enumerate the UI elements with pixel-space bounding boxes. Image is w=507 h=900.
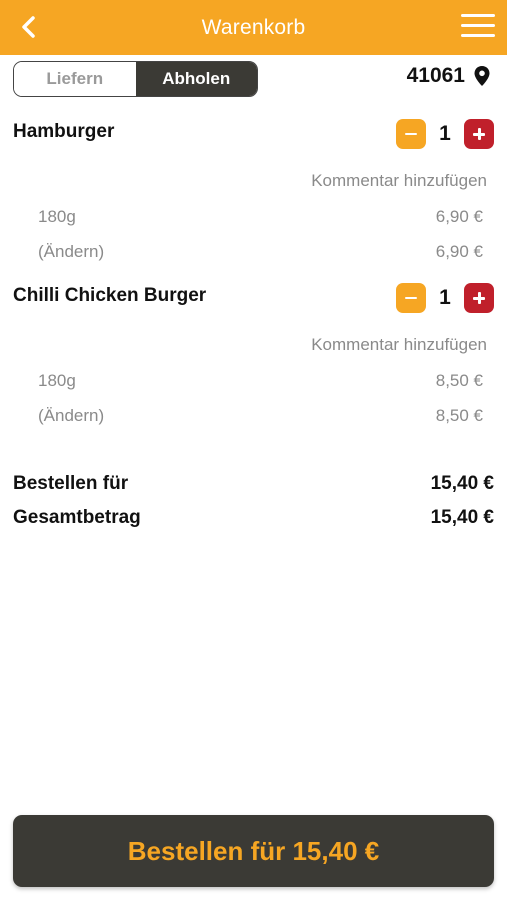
total-value: 15,40 €: [430, 507, 494, 528]
place-order-label: Bestellen für 15,40 €: [127, 835, 380, 866]
chevron-left-icon[interactable]: [16, 13, 44, 41]
cart-item-name: Hamburger: [13, 121, 115, 142]
item-line-price: 6,90 €: [435, 242, 483, 261]
item-option-price: 6,90 €: [435, 207, 483, 226]
change-option-link[interactable]: (Ändern): [38, 406, 104, 426]
top-bar: Warenkorb: [0, 0, 507, 55]
item-option-label: 180g: [38, 207, 76, 226]
increase-quantity-button[interactable]: [464, 283, 494, 313]
quantity-stepper: 1: [396, 119, 494, 149]
item-line-price: 8,50 €: [435, 406, 483, 425]
map-pin-icon: [474, 66, 490, 86]
cart-item-name: Chilli Chicken Burger: [13, 285, 207, 306]
delivery-mode-toggle: Liefern Abholen: [13, 61, 258, 97]
page-title: Warenkorb: [201, 15, 306, 39]
quantity-stepper: 1: [396, 283, 494, 313]
plus-icon: [473, 128, 485, 140]
change-option-link[interactable]: (Ändern): [38, 242, 104, 262]
order-for-value: 15,40 €: [430, 473, 494, 494]
total-label: Gesamtbetrag: [13, 507, 141, 528]
postal-code-value: 41061: [406, 64, 465, 87]
increase-quantity-button[interactable]: [464, 119, 494, 149]
item-option-price: 8,50 €: [435, 371, 483, 390]
item-option-label: 180g: [38, 371, 76, 390]
toggle-liefern[interactable]: Liefern: [14, 62, 136, 96]
minus-icon: [405, 296, 417, 300]
decrease-quantity-button[interactable]: [396, 119, 426, 149]
add-comment-link[interactable]: Kommentar hinzufügen: [311, 335, 487, 355]
minus-icon: [405, 132, 417, 136]
postal-code[interactable]: 41061: [407, 64, 491, 88]
toggle-abholen[interactable]: Abholen: [135, 62, 257, 96]
decrease-quantity-button[interactable]: [396, 283, 426, 313]
plus-icon: [473, 292, 485, 304]
quantity-value: 1: [439, 286, 451, 309]
add-comment-link[interactable]: Kommentar hinzufügen: [311, 171, 487, 191]
order-for-label: Bestellen für: [13, 473, 129, 494]
hamburger-menu-icon[interactable]: [461, 14, 495, 40]
place-order-button[interactable]: Bestellen für 15,40 €: [13, 815, 494, 887]
quantity-value: 1: [439, 122, 451, 145]
